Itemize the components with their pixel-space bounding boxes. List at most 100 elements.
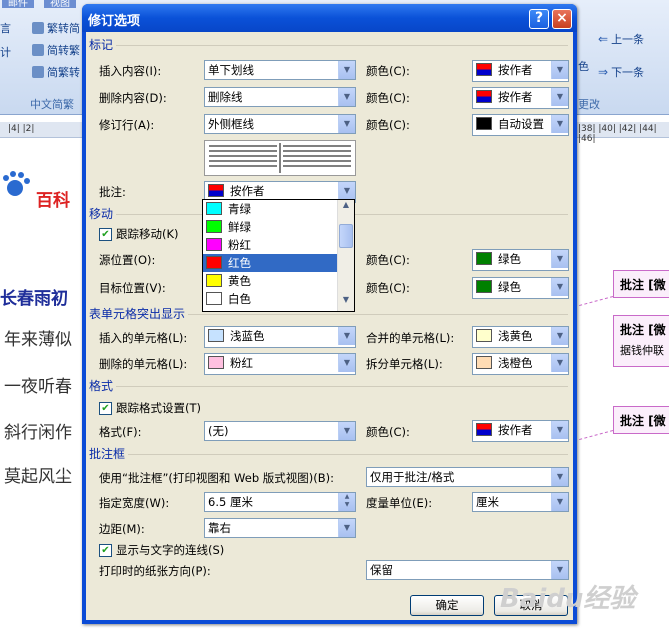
changed-lines-value: 外侧框线 (208, 117, 254, 131)
comment-balloon-3[interactable]: 批注 [微 (613, 406, 669, 434)
comment-balloon-1[interactable]: 批注 [微 (613, 270, 669, 298)
margin-dropdown[interactable]: 靠右 ▼ (204, 518, 356, 538)
tab-mail[interactable]: 邮件 (2, 0, 34, 9)
width-spinner[interactable]: 6.5 厘米 ▲ ▼ (204, 492, 356, 512)
delete-dropdown[interactable]: 删除线 ▼ (204, 87, 356, 107)
use-balloons-label: 使用“批注框”(打印视图和 Web 版式视图)(B): (99, 471, 335, 485)
color-option-cyan[interactable]: 青绿 (203, 200, 354, 218)
formatting-value: (无) (208, 424, 229, 438)
formatting-color-dropdown[interactable]: 按作者 ▼ (472, 420, 569, 442)
insert-dropdown[interactable]: 单下划线 ▼ (204, 60, 356, 80)
close-button[interactable]: × (552, 9, 572, 29)
track-formatting-checkbox[interactable]: ✔ (99, 402, 112, 415)
help-button[interactable]: ? (529, 9, 549, 29)
split-cells-value: 浅橙色 (498, 356, 533, 370)
changed-lines-color-dropdown[interactable]: 自动设置 ▼ (472, 114, 569, 136)
measure-unit-dropdown[interactable]: 厘米 ▼ (472, 492, 569, 512)
color-option-pink[interactable]: 粉红 (203, 236, 354, 254)
doc-heading: 长春雨初 (0, 289, 68, 309)
use-balloons-dropdown[interactable]: 仅用于批注/格式 ▼ (366, 467, 569, 487)
chevron-down-icon: ▼ (338, 88, 355, 106)
delete-color-value: 按作者 (498, 90, 533, 104)
trad-to-simp-button[interactable]: 繁转简 (32, 20, 80, 36)
paper-orientation-value: 保留 (370, 563, 393, 577)
show-lines-label: 显示与文字的连线(S) (116, 543, 225, 557)
color-swatch (206, 274, 222, 287)
chevron-down-icon: ▼ (551, 421, 568, 439)
scroll-thumb[interactable] (339, 224, 353, 248)
paper-orientation-dropdown[interactable]: 保留 ▼ (366, 560, 569, 580)
chevron-down-icon: ▼ (551, 61, 568, 79)
moved-to-color-dropdown[interactable]: 绿色 ▼ (472, 277, 569, 299)
by-author-swatch (476, 90, 492, 103)
paper-orientation-label: 打印时的纸张方向(P): (99, 564, 211, 578)
track-moves-checkbox[interactable]: ✔ (99, 228, 112, 241)
changed-lines-label: 修订行(A): (99, 118, 155, 132)
section-balloons: 批注框 (89, 447, 126, 461)
ruler-right: |38| |40| |42| |44| |46| (578, 124, 657, 144)
changed-lines-color-value: 自动设置 (498, 117, 544, 131)
section-table-cells: 表单元格突出显示 (89, 307, 186, 321)
insert-label: 插入内容(I): (99, 64, 162, 78)
delete-color-label: 颜色(C): (366, 91, 410, 105)
delete-label: 删除内容(D): (99, 91, 167, 105)
scroll-up-icon[interactable]: ▲ (338, 200, 354, 216)
inserted-cells-dropdown[interactable]: 浅蓝色 ▼ (204, 326, 356, 348)
section-moves: 移动 (89, 207, 114, 221)
measure-unit-value: 厘米 (476, 495, 499, 509)
doc-line-3: 一夜听春 (4, 377, 72, 397)
color-option-yellow[interactable]: 黄色 (203, 272, 354, 290)
group-label-changes: 更改 (578, 98, 600, 111)
moved-from-color-value: 绿色 (498, 252, 521, 266)
chevron-down-icon: ▼ (338, 519, 355, 537)
insert-color-label: 颜色(C): (366, 64, 410, 78)
group-label-chinese: 中文简繁 (30, 98, 74, 111)
color-option-label: 黄色 (228, 274, 251, 288)
insert-color-value: 按作者 (498, 63, 533, 77)
by-author-swatch (208, 184, 224, 197)
light-yellow-swatch (476, 329, 492, 342)
comment-color-list[interactable]: 青绿 鲜绿 粉红 红色 黄色 白色 ▲ ▼ (202, 199, 355, 312)
section-markup: 标记 (89, 38, 114, 52)
color-swatch (206, 238, 222, 251)
show-lines-checkbox[interactable]: ✔ (99, 544, 112, 557)
simp-to-trad-button[interactable]: 简转繁 (32, 42, 80, 58)
tab-view[interactable]: 视图 (44, 0, 76, 9)
moved-to-color-value: 绿色 (498, 280, 521, 294)
color-option-bright-green[interactable]: 鲜绿 (203, 218, 354, 236)
moved-from-label: 源位置(O): (99, 253, 156, 267)
insert-color-dropdown[interactable]: 按作者 ▼ (472, 60, 569, 82)
deleted-cells-dropdown[interactable]: 粉红 ▼ (204, 353, 356, 375)
chevron-down-icon: ▼ (551, 561, 568, 579)
formatting-color-label: 颜色(C): (366, 425, 410, 439)
merged-cells-value: 浅黄色 (498, 329, 533, 343)
ribbon-left-label-2: 计 (0, 46, 11, 59)
ribbon-color-letter: 色 (578, 60, 589, 73)
watermark: Baidu经验 (500, 584, 636, 614)
previous-label: 上一条 (611, 33, 645, 46)
color-option-white[interactable]: 白色 (203, 290, 354, 308)
split-cells-dropdown[interactable]: 浅橙色 ▼ (472, 353, 569, 375)
green-swatch (476, 280, 492, 293)
list-scrollbar[interactable]: ▲ ▼ (337, 200, 354, 311)
section-formatting: 格式 (89, 379, 114, 393)
next-change-button[interactable]: ⇒ 下一条 (598, 64, 644, 80)
doc-line-2: 年来薄似 (4, 330, 72, 350)
doc-line-5: 莫起风尘 (4, 467, 72, 487)
deleted-cells-value: 粉红 (230, 356, 253, 370)
changed-lines-dropdown[interactable]: 外侧框线 ▼ (204, 114, 356, 134)
insert-value: 单下划线 (208, 63, 254, 77)
ribbon-left-label-1: 言 (0, 22, 11, 35)
previous-change-button[interactable]: ⇐ 上一条 (598, 31, 644, 47)
formatting-dropdown[interactable]: (无) ▼ (204, 421, 356, 441)
comment-balloon-2[interactable]: 批注 [微 据钱仲联 (613, 315, 669, 367)
simp-trad-convert-button[interactable]: 简繁转 (32, 64, 80, 80)
moved-from-color-dropdown[interactable]: 绿色 ▼ (472, 249, 569, 271)
ok-button[interactable]: 确定 (410, 595, 484, 616)
comments-value: 按作者 (230, 184, 265, 198)
delete-color-dropdown[interactable]: 按作者 ▼ (472, 87, 569, 109)
color-option-red[interactable]: 红色 (203, 254, 354, 272)
delete-value: 删除线 (208, 90, 243, 104)
scroll-down-icon[interactable]: ▼ (338, 295, 354, 311)
merged-cells-dropdown[interactable]: 浅黄色 ▼ (472, 326, 569, 348)
